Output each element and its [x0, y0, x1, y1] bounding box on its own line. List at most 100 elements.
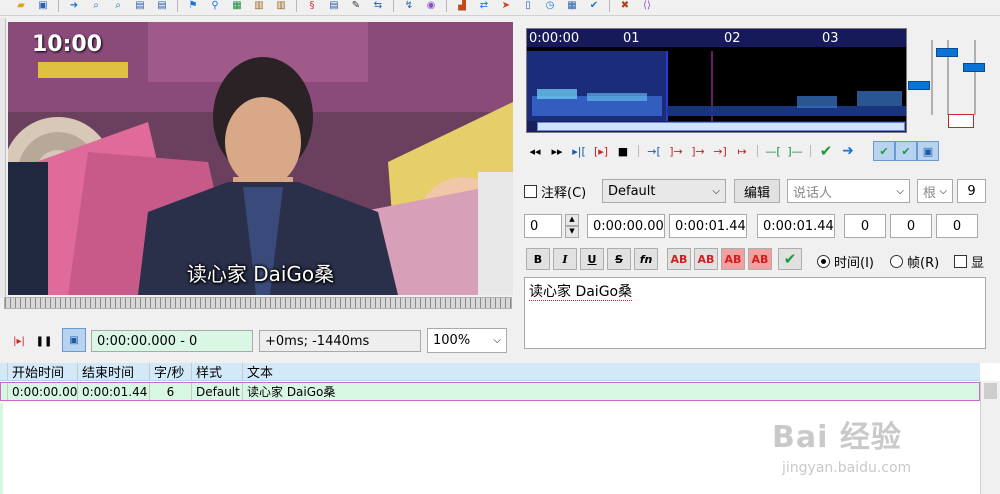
shadow-color-button[interactable]: AB [748, 248, 772, 270]
next-line-icon[interactable]: ▸▸ [546, 141, 568, 161]
styles-icon[interactable]: ✎ [345, 0, 367, 12]
spell-icon[interactable]: § [301, 0, 323, 12]
video-time-field[interactable]: 0:00:00.000 - 0 [91, 330, 253, 352]
waveform-graph [527, 51, 906, 121]
marker-icon[interactable]: ⚲ [204, 0, 226, 12]
style-select[interactable]: Default ⌵ [602, 179, 726, 203]
comment-checkbox[interactable]: 注释(C) [524, 182, 586, 201]
lead-out-icon[interactable]: ]— [784, 141, 806, 161]
video-seek-bar[interactable] [4, 297, 512, 309]
grid-scroll-thumb[interactable] [984, 383, 997, 399]
video-display[interactable]: 10:00 读心家 DaiGo桑 [8, 22, 513, 295]
layer-right-field[interactable]: 9 [957, 179, 986, 203]
secondary-color-button[interactable]: AB [694, 248, 718, 270]
audio-icon[interactable]: ⇄ [473, 0, 495, 12]
play-before-icon[interactable]: →[ [643, 141, 665, 161]
play-line-icon[interactable]: |▸| [8, 330, 30, 352]
open-icon[interactable]: ▰ [10, 0, 32, 12]
layer-field[interactable]: 0 [524, 214, 562, 238]
play-to-end-icon[interactable]: ↦ [731, 141, 753, 161]
margin-vertical-field[interactable]: 0 [936, 214, 978, 238]
frame-radio[interactable]: 帧(R) [890, 252, 939, 271]
zoom-in-icon[interactable]: ⌕ [85, 0, 107, 12]
start-time-field[interactable]: 0:00:00.00 [587, 214, 665, 238]
go-next-icon[interactable]: ➜ [837, 141, 859, 161]
play-start-icon[interactable]: ]→ [665, 141, 687, 161]
commit-check-icon[interactable]: ✔ [815, 141, 837, 161]
edit-style-button[interactable]: 编辑 [734, 179, 780, 203]
stop-icon[interactable]: ■ [612, 141, 634, 161]
bold-button[interactable]: B [526, 248, 550, 270]
kanji-icon[interactable]: ◉ [420, 0, 442, 12]
spin-up-icon[interactable]: ▲ [565, 214, 579, 226]
check-grid-icon[interactable]: ▦ [561, 0, 583, 12]
show-checkbox[interactable]: 显 [954, 252, 984, 271]
frame-radio-dot[interactable] [890, 255, 903, 268]
translate-icon[interactable]: ⇆ [367, 0, 389, 12]
play-end-before-icon[interactable]: ]→ [687, 141, 709, 161]
left-edge-strip [0, 18, 6, 298]
video-zoom-icon[interactable]: ▤ [151, 0, 173, 12]
grid-scrollbar[interactable] [980, 381, 1000, 494]
check-icon[interactable]: ✔ [583, 0, 605, 12]
end-time-field[interactable]: 0:00:01.44 [669, 214, 747, 238]
prev-line-icon[interactable]: ◂◂ [524, 141, 546, 161]
auto-commit-toggle[interactable]: ✔ [873, 141, 895, 161]
attachments-icon[interactable]: ▥ [270, 0, 292, 12]
vertical-zoom-thumb[interactable] [908, 81, 930, 90]
primary-color-button[interactable]: AB [667, 248, 691, 270]
font-button[interactable]: fn [634, 248, 658, 270]
effect-field[interactable]: 根 ⌵ [917, 179, 953, 203]
resample-icon[interactable]: ↯ [398, 0, 420, 12]
audio-waveform-display[interactable]: 0:00:00 01 02 03 [526, 28, 907, 133]
automation-icon[interactable]: ⟨⟩ [636, 0, 658, 12]
show-check-box[interactable] [954, 255, 967, 268]
properties-icon[interactable]: ▤ [323, 0, 345, 12]
link-toggle[interactable] [948, 114, 974, 128]
subtitle-text-editor[interactable]: 读心家 DaiGo桑 [524, 277, 986, 349]
auto-scroll-toggle[interactable]: ▣ [62, 328, 86, 352]
jump-icon[interactable]: ⚑ [182, 0, 204, 12]
film-icon[interactable]: ▥ [248, 0, 270, 12]
margin-right-field[interactable]: 0 [890, 214, 932, 238]
comment-check-box[interactable] [524, 185, 537, 198]
volume-thumb[interactable] [936, 48, 958, 57]
effect-label: 根 [923, 185, 937, 201]
time-radio[interactable]: 时间(I) [817, 252, 874, 271]
commit-check-icon[interactable]: ✔ [778, 248, 802, 270]
duration-field[interactable]: 0:00:01.44 [757, 214, 835, 238]
tools-icon[interactable]: ✖ [614, 0, 636, 12]
play-line-icon[interactable]: [▸] [590, 141, 612, 161]
table-row[interactable]: 0:00:00.00 0:00:01.44 6 Default 读心家 DaiG… [0, 382, 980, 401]
select-icon[interactable]: ➤ [495, 0, 517, 12]
time-radio-dot[interactable] [817, 255, 830, 268]
timing-icon[interactable]: ▟ [451, 0, 473, 12]
fonts-icon[interactable]: ▦ [226, 0, 248, 12]
pause-icon[interactable]: ❚❚ [33, 330, 55, 352]
italic-button[interactable]: I [553, 248, 577, 270]
underline-button[interactable]: U [580, 248, 604, 270]
horizontal-zoom-thumb[interactable] [963, 63, 985, 72]
auto-next-toggle[interactable]: ✔ [895, 141, 917, 161]
clock-icon[interactable]: ◷ [539, 0, 561, 12]
spin-down-icon[interactable]: ▼ [565, 226, 579, 238]
video-clock: 10:00 [32, 32, 103, 57]
arrow-right-icon[interactable]: ➜ [63, 0, 85, 12]
audio-scrollbar[interactable] [527, 121, 906, 132]
strikeout-button[interactable]: S [607, 248, 631, 270]
layer-spinner[interactable]: ▲ ▼ [565, 214, 579, 238]
zoom-select[interactable]: 100% ⌵ [427, 328, 507, 353]
zoom-out-icon[interactable]: ⌕ [107, 0, 129, 12]
file-icon[interactable]: ▯ [517, 0, 539, 12]
lead-in-icon[interactable]: —[ [762, 141, 784, 161]
margin-left-field[interactable]: 0 [844, 214, 886, 238]
outline-color-button[interactable]: AB [721, 248, 745, 270]
actor-field[interactable]: 说话人 ⌵ [787, 179, 910, 203]
play-selection-icon[interactable]: ▸|[ [568, 141, 590, 161]
save-icon[interactable]: ▣ [32, 0, 54, 12]
play-after-icon[interactable]: →] [709, 141, 731, 161]
audio-scroll-thumb[interactable] [537, 122, 905, 131]
auto-scroll-toggle[interactable]: ▣ [917, 141, 939, 161]
video-icon[interactable]: ▤ [129, 0, 151, 12]
video-subtitle: 读心家 DaiGo桑 [186, 262, 335, 286]
